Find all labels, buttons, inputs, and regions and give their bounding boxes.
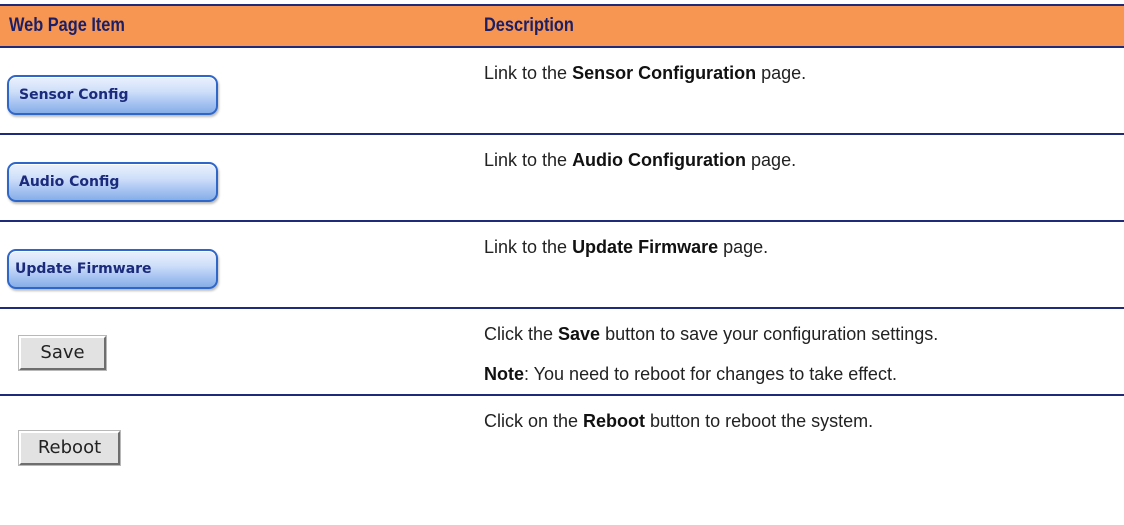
- column-header-web-page-item: Web Page Item: [9, 15, 125, 36]
- row-description: Click on the Reboot button to reboot the…: [484, 411, 873, 432]
- desc-bold-text: Sensor Configuration: [572, 63, 757, 83]
- save-button[interactable]: Save: [18, 335, 107, 371]
- desc-text: Click on the: [484, 411, 584, 431]
- note-text: : You need to reboot for changes to take…: [524, 364, 897, 384]
- desc-text: Link to the: [484, 237, 573, 257]
- desc-text: page.: [746, 150, 797, 170]
- sensor-config-button[interactable]: Sensor Config: [7, 75, 218, 115]
- table-row: Sensor Config Link to the Sensor Configu…: [0, 48, 1124, 135]
- desc-text: Click the: [484, 324, 559, 344]
- desc-text: page.: [718, 237, 769, 257]
- table-row: Update Firmware Link to the Update Firmw…: [0, 222, 1124, 309]
- desc-text: page.: [756, 63, 807, 83]
- desc-bold-text: Reboot: [583, 411, 646, 431]
- reboot-button[interactable]: Reboot: [18, 430, 121, 466]
- desc-text: Link to the: [484, 150, 573, 170]
- desc-bold-text: Audio Configuration: [572, 150, 747, 170]
- update-firmware-button[interactable]: Update Firmware: [7, 249, 218, 289]
- web-page-items-table: Web Page Item Description Sensor Config …: [0, 4, 1124, 486]
- note-label: Note: [484, 364, 524, 384]
- desc-text: button to save your configuration settin…: [600, 324, 939, 344]
- column-header-description: Description: [484, 15, 574, 36]
- audio-config-button[interactable]: Audio Config: [7, 162, 218, 202]
- row-description: Link to the Sensor Configuration page.: [484, 63, 806, 84]
- table-row: Audio Config Link to the Audio Configura…: [0, 135, 1124, 222]
- row-description: Click the Save button to save your confi…: [484, 324, 938, 385]
- table-header: Web Page Item Description: [0, 4, 1124, 48]
- table-row: Save Click the Save button to save your …: [0, 309, 1124, 396]
- row-description: Link to the Audio Configuration page.: [484, 150, 796, 171]
- table-row: Reboot Click on the Reboot button to reb…: [0, 396, 1124, 486]
- desc-text: Link to the: [484, 63, 573, 83]
- note-line: Note: You need to reboot for changes to …: [484, 364, 938, 385]
- desc-bold-text: Update Firmware: [572, 237, 719, 257]
- desc-text: button to reboot the system.: [645, 411, 874, 431]
- desc-bold-text: Save: [558, 324, 601, 344]
- row-description: Link to the Update Firmware page.: [484, 237, 768, 258]
